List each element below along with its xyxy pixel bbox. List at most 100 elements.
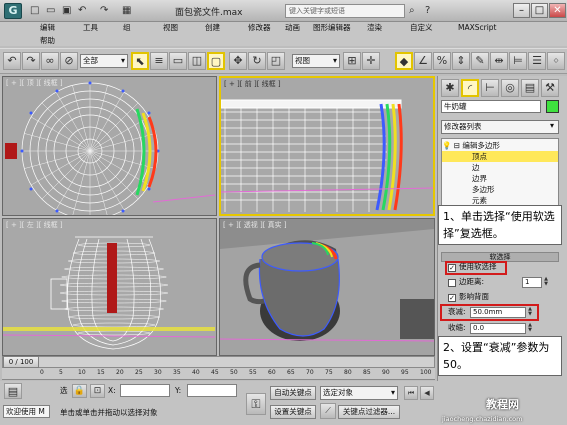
maxscript-listener-icon[interactable]: ▤: [4, 383, 22, 399]
rotate-icon[interactable]: ↻: [248, 52, 266, 70]
object-color-swatch[interactable]: [546, 100, 559, 113]
spinner-snap-icon[interactable]: ⇕: [452, 52, 470, 70]
y-coord-field[interactable]: [187, 384, 237, 397]
modify-tab-icon[interactable]: ◜: [461, 79, 479, 97]
selection-filter-dropdown[interactable]: 全部: [80, 54, 128, 68]
stack-item-polygon[interactable]: 多边形: [442, 184, 558, 195]
viewport-front[interactable]: [ + ][ 前 ][ 线框 ]: [219, 76, 435, 216]
undo-tool-icon[interactable]: ↶: [3, 52, 21, 70]
search-icon[interactable]: ⌕: [409, 4, 415, 18]
link-icon[interactable]: ∞: [41, 52, 59, 70]
pivot-center-icon[interactable]: ⊞: [343, 52, 361, 70]
menu-tools[interactable]: 工具: [83, 22, 98, 34]
stack-root[interactable]: 💡 ⊟ 编辑多边形: [442, 140, 558, 151]
reference-coordinate-dropdown[interactable]: 视图: [292, 54, 340, 68]
viewport-left-label[interactable]: [ + ][ 左 ][ 线框 ]: [6, 220, 63, 230]
app-logo[interactable]: G: [4, 3, 22, 19]
viewport-front-label[interactable]: [ + ][ 前 ][ 线框 ]: [224, 79, 281, 89]
viewport-top[interactable]: [ + ][ 顶 ][ 线框 ]: [2, 76, 217, 216]
select-by-name-icon[interactable]: ≡: [150, 52, 168, 70]
use-soft-selection-checkbox[interactable]: ✓: [448, 264, 456, 272]
key-mode-dropdown[interactable]: 选定对象: [320, 386, 398, 400]
absolute-mode-icon[interactable]: ⊡: [90, 384, 105, 398]
motion-tab-icon[interactable]: ◎: [501, 79, 519, 97]
window-crossing-icon[interactable]: ◫: [188, 52, 206, 70]
track-bar[interactable]: 0 5 10 15 20 25 30 35 40 45 50 55 60 65 70 75 80 85 90 95 10…: [2, 368, 435, 380]
time-slider[interactable]: 0 / 100: [2, 356, 435, 368]
menu-views[interactable]: 视图: [163, 22, 178, 34]
previous-frame-icon[interactable]: ◀: [420, 386, 434, 400]
menu-rendering[interactable]: 渲染: [367, 22, 382, 34]
pinch-spinner[interactable]: 0.0: [470, 323, 526, 334]
rect-selection-icon[interactable]: ▭: [169, 52, 187, 70]
stack-item-border[interactable]: 边界: [442, 173, 558, 184]
search-input[interactable]: 键入关键字或短语: [285, 4, 405, 18]
go-to-start-icon[interactable]: ⏮: [404, 386, 418, 400]
modifier-stack[interactable]: 💡 ⊟ 编辑多边形 顶点 边 边界 多边形 元素: [441, 138, 559, 210]
key-icon[interactable]: ⚿: [246, 393, 266, 415]
stack-item-edge[interactable]: 边: [442, 162, 558, 173]
move-icon[interactable]: ✥: [229, 52, 247, 70]
select-move-icon[interactable]: ▢: [207, 52, 225, 70]
align-icon[interactable]: ⊨: [509, 52, 527, 70]
viewport-perspective[interactable]: [ + ][ 透视 ][ 真实 ]: [219, 218, 435, 356]
menu-animation[interactable]: 动画: [285, 22, 300, 34]
menu-maxscript[interactable]: MAXScript: [458, 22, 497, 34]
edge-distance-checkbox[interactable]: [448, 279, 456, 287]
select-object-icon[interactable]: ⬉: [131, 52, 149, 70]
open-file-icon[interactable]: ▭: [46, 4, 55, 18]
new-file-icon[interactable]: □: [30, 4, 39, 18]
project-folder-icon[interactable]: ▦: [122, 4, 131, 18]
angle-snap-icon[interactable]: ∠: [414, 52, 432, 70]
create-selection-set-icon[interactable]: ◇: [547, 52, 565, 70]
spinner-arrows-icon[interactable]: ▲ ▼: [527, 307, 533, 318]
redo-tool-icon[interactable]: ↷: [22, 52, 40, 70]
menu-edit[interactable]: 编辑: [40, 22, 55, 34]
set-key-button[interactable]: 设置关键点: [270, 405, 316, 419]
maximize-button[interactable]: □: [531, 3, 548, 18]
default-tangent-icon[interactable]: ⟋: [320, 403, 336, 419]
viewport-perspective-label[interactable]: [ + ][ 透视 ][ 真实 ]: [223, 220, 287, 230]
percent-snap-icon[interactable]: %: [433, 52, 451, 70]
welcome-field[interactable]: 欢迎使用 M: [3, 405, 50, 418]
object-name-field[interactable]: 牛奶罐: [441, 100, 541, 113]
create-tab-icon[interactable]: ✱: [441, 79, 459, 97]
help-icon[interactable]: ?: [425, 4, 430, 18]
x-coord-field[interactable]: [120, 384, 170, 397]
menu-graph-editors[interactable]: 图形编辑器: [313, 22, 351, 34]
unlink-icon[interactable]: ⊘: [60, 52, 78, 70]
menu-modifiers[interactable]: 修改器: [248, 22, 271, 34]
minimize-button[interactable]: –: [513, 3, 530, 18]
edit-named-sets-icon[interactable]: ✎: [471, 52, 489, 70]
modifier-list-dropdown[interactable]: 修改器列表: [441, 120, 559, 134]
utilities-tab-icon[interactable]: ⚒: [541, 79, 559, 97]
falloff-spinner[interactable]: 50.0mm: [470, 307, 526, 318]
menu-help[interactable]: 帮助: [40, 35, 55, 47]
mirror-icon[interactable]: ⇹: [490, 52, 508, 70]
save-file-icon[interactable]: ▣: [62, 4, 71, 18]
menu-group[interactable]: 组: [123, 22, 131, 34]
redo-icon[interactable]: ↷: [100, 4, 108, 18]
stack-item-vertex[interactable]: 顶点: [442, 151, 558, 162]
viewport-left[interactable]: [ + ][ 左 ][ 线框 ]: [2, 218, 217, 356]
spinner-arrows-icon[interactable]: ▲ ▼: [543, 277, 549, 288]
lightbulb-icon[interactable]: 💡: [442, 141, 451, 150]
auto-key-button[interactable]: 自动关键点: [270, 386, 316, 400]
undo-icon[interactable]: ↶: [78, 4, 86, 18]
time-slider-thumb[interactable]: 0 / 100: [3, 356, 39, 368]
close-button[interactable]: ✕: [549, 3, 566, 18]
display-tab-icon[interactable]: ▤: [521, 79, 539, 97]
edge-distance-spinner[interactable]: 1: [522, 277, 542, 288]
menu-customize[interactable]: 自定义: [410, 22, 433, 34]
viewport-top-label[interactable]: [ + ][ 顶 ][ 线框 ]: [6, 78, 63, 88]
select-manipulate-icon[interactable]: ✛: [362, 52, 380, 70]
scale-icon[interactable]: ◰: [267, 52, 285, 70]
lock-selection-icon[interactable]: 🔒: [72, 384, 87, 398]
menu-create[interactable]: 创建: [205, 22, 220, 34]
spinner-arrows-icon[interactable]: ▲ ▼: [527, 323, 533, 334]
affect-backfacing-checkbox[interactable]: ✓: [448, 294, 456, 302]
key-filters-button[interactable]: 关键点过滤器...: [338, 405, 400, 419]
hierarchy-tab-icon[interactable]: ⊢: [481, 79, 499, 97]
layer-manager-icon[interactable]: ☰: [528, 52, 546, 70]
snap-toggle-icon[interactable]: ◆: [395, 52, 413, 70]
